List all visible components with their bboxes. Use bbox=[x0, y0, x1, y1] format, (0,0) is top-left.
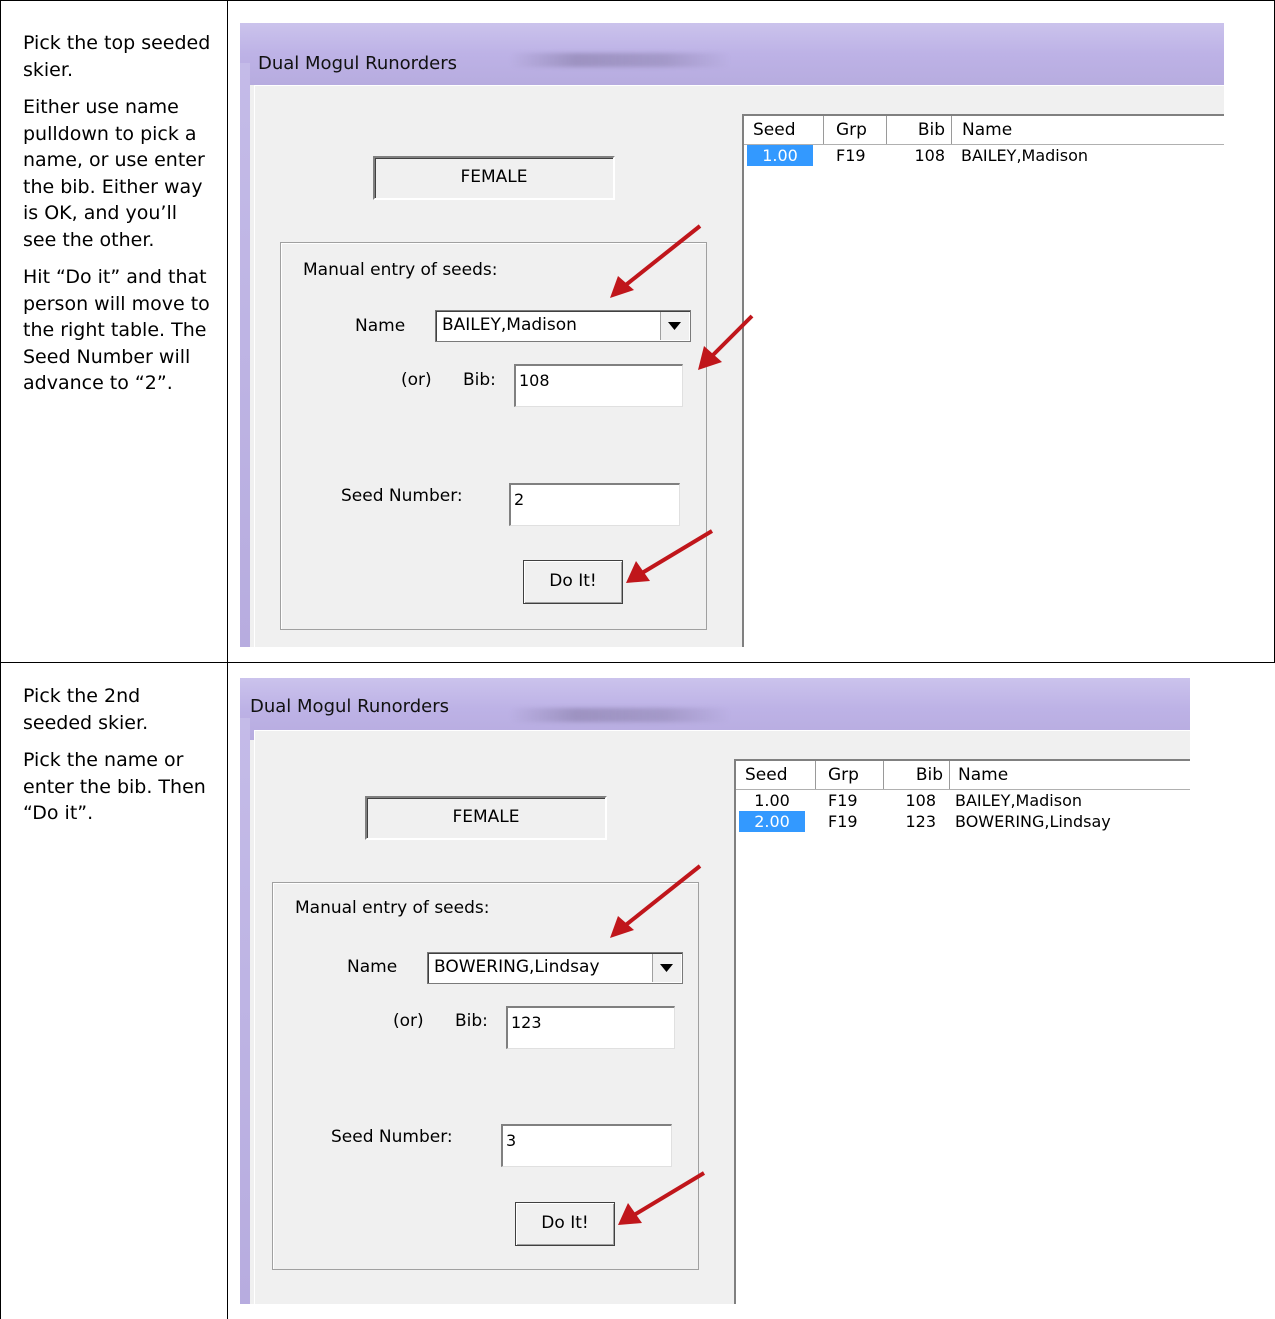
column-header-name[interactable]: Name bbox=[950, 761, 1190, 789]
name-label: Name bbox=[347, 957, 398, 977]
name-cell: BAILEY,Madison bbox=[961, 146, 1088, 165]
bib-input[interactable]: 123 bbox=[506, 1006, 675, 1049]
name-cell: BOWERING,Lindsay bbox=[955, 812, 1111, 831]
window-title: Dual Mogul Runorders bbox=[258, 53, 458, 74]
do-it-button[interactable]: Do It! bbox=[515, 1202, 615, 1246]
row2-desc-p2: Pick the name or enter the bib. Then “Do… bbox=[23, 749, 206, 824]
table-row[interactable]: 2.00 F19 123 BOWERING,Lindsay bbox=[736, 811, 1190, 832]
seed-cell: 2.00 bbox=[739, 811, 805, 832]
seed-listview[interactable]: Seed Grp Bib Name 1.00 F19 108 BAILEY,Ma… bbox=[734, 759, 1190, 1304]
groupbox-title: Manual entry of seeds: bbox=[295, 898, 490, 918]
name-dropdown-value: BOWERING,Lindsay bbox=[434, 957, 600, 977]
dropdown-button[interactable] bbox=[660, 312, 689, 340]
seed-number-input[interactable]: 3 bbox=[501, 1124, 672, 1167]
red-arrow-icon bbox=[610, 224, 702, 298]
bib-cell: 123 bbox=[905, 812, 936, 831]
row2-desc-p1: Pick the 2nd seeded skier. bbox=[23, 685, 149, 734]
window-frame bbox=[240, 718, 250, 1304]
red-arrow-icon bbox=[618, 1171, 706, 1225]
window-title: Dual Mogul Runorders bbox=[250, 696, 450, 717]
table-row[interactable]: 1.00 F19 108 BAILEY,Madison bbox=[736, 790, 1190, 811]
dropdown-button[interactable] bbox=[652, 954, 681, 982]
row1-desc-p2: Either use name pulldown to pick a name,… bbox=[23, 96, 205, 251]
grp-cell: F19 bbox=[828, 812, 858, 831]
row2-description: Pick the 2nd seeded skier. Pick the name… bbox=[23, 683, 213, 838]
name-label: Name bbox=[355, 316, 406, 336]
name-dropdown-value: BAILEY,Madison bbox=[442, 315, 577, 335]
bib-label: Bib: bbox=[463, 370, 496, 390]
seed-listview[interactable]: Seed Grp Bib Name 1.00 F19 108 BAILEY,Ma… bbox=[742, 114, 1224, 647]
column-header-seed[interactable]: Seed bbox=[744, 116, 824, 144]
seed-number-label: Seed Number: bbox=[331, 1127, 453, 1147]
red-arrow-icon bbox=[610, 864, 702, 938]
table-border-left bbox=[0, 0, 1, 1319]
dual-mogul-window-2: Dual Mogul Runorders FEMALE Manual entry… bbox=[240, 678, 1190, 1304]
or-label: (or) bbox=[393, 1011, 424, 1031]
column-header-name[interactable]: Name bbox=[952, 116, 1224, 144]
bib-input-value: 108 bbox=[519, 371, 550, 390]
table-border-top bbox=[0, 0, 1275, 1]
seed-number-label: Seed Number: bbox=[341, 486, 463, 506]
bib-input-value: 123 bbox=[511, 1013, 542, 1032]
row1-description: Pick the top seeded skier. Either use na… bbox=[23, 30, 213, 408]
seed-number-value: 2 bbox=[514, 490, 525, 509]
grp-cell: F19 bbox=[836, 146, 866, 165]
name-cell: BAILEY,Madison bbox=[955, 791, 1082, 810]
column-header-bib[interactable]: Bib bbox=[884, 761, 950, 789]
red-arrow-icon bbox=[698, 314, 754, 370]
bib-input[interactable]: 108 bbox=[514, 364, 683, 407]
chevron-down-icon bbox=[668, 322, 681, 330]
seed-cell: 1.00 bbox=[754, 791, 790, 810]
column-header-bib[interactable]: Bib bbox=[887, 116, 952, 144]
name-dropdown[interactable]: BAILEY,Madison bbox=[435, 310, 691, 342]
red-arrow-icon bbox=[626, 529, 714, 583]
gender-label: FEMALE bbox=[365, 796, 607, 840]
bib-cell: 108 bbox=[905, 791, 936, 810]
grp-cell: F19 bbox=[828, 791, 858, 810]
bib-label: Bib: bbox=[455, 1011, 488, 1031]
table-column-divider bbox=[227, 0, 228, 1319]
groupbox-title: Manual entry of seeds: bbox=[303, 260, 498, 280]
bib-cell: 108 bbox=[914, 146, 945, 165]
chevron-down-icon bbox=[660, 964, 673, 972]
table-row[interactable]: 1.00 F19 108 BAILEY,Madison bbox=[744, 145, 1224, 166]
row1-desc-p1: Pick the top seeded skier. bbox=[23, 32, 211, 81]
seed-number-input[interactable]: 2 bbox=[509, 483, 680, 526]
or-label: (or) bbox=[401, 370, 432, 390]
listview-header: Seed Grp Bib Name bbox=[736, 761, 1190, 790]
seed-number-value: 3 bbox=[506, 1131, 517, 1150]
column-header-grp[interactable]: Grp bbox=[824, 116, 887, 144]
listview-header: Seed Grp Bib Name bbox=[744, 116, 1224, 145]
seed-cell: 1.00 bbox=[747, 145, 813, 166]
blurred-title-text bbox=[510, 53, 730, 67]
dual-mogul-window-1: Dual Mogul Runorders FEMALE Manual entry… bbox=[240, 23, 1224, 647]
column-header-seed[interactable]: Seed bbox=[736, 761, 816, 789]
gender-label: FEMALE bbox=[373, 156, 615, 200]
column-header-grp[interactable]: Grp bbox=[816, 761, 884, 789]
blurred-title-text bbox=[510, 708, 730, 722]
table-row-divider bbox=[0, 662, 1275, 663]
row1-desc-p3: Hit “Do it” and that person will move to… bbox=[23, 266, 210, 394]
name-dropdown[interactable]: BOWERING,Lindsay bbox=[427, 952, 683, 984]
do-it-button[interactable]: Do It! bbox=[523, 560, 623, 604]
window-frame bbox=[240, 63, 250, 647]
